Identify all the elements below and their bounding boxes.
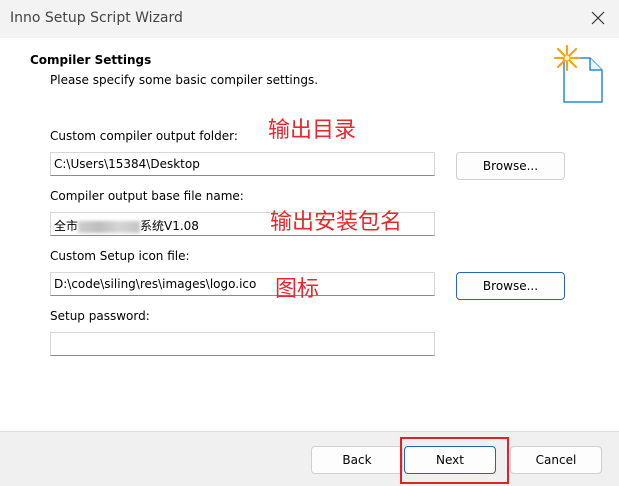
wizard-document-icon	[548, 44, 606, 104]
wizard-content: Compiler Settings Please specify some ba…	[0, 38, 619, 431]
next-highlight-annotation	[400, 437, 509, 484]
annotation-output-folder: 输出目录	[268, 118, 357, 143]
setup-password-label: Setup password:	[50, 309, 150, 323]
window-title: Inno Setup Script Wizard	[10, 10, 183, 26]
base-file-name-label: Compiler output base file name:	[50, 189, 244, 203]
browse-output-folder-button[interactable]: Browse...	[456, 152, 565, 180]
icon-file-input[interactable]: D:\code\siling\res\images\logo.ico	[50, 272, 435, 296]
annotation-icon-file: 图标	[275, 277, 320, 302]
back-button[interactable]: Back	[311, 446, 403, 474]
output-folder-input[interactable]: C:\Users\15384\Desktop	[50, 152, 435, 176]
base-file-name-suffix: 系统V1.08	[140, 219, 199, 233]
icon-file-label: Custom Setup icon file:	[50, 249, 190, 263]
browse-icon-file-button[interactable]: Browse...	[456, 272, 565, 300]
output-folder-label: Custom compiler output folder:	[50, 129, 238, 143]
annotation-base-file-name: 输出安装包名	[270, 210, 403, 235]
title-bar: Inno Setup Script Wizard	[0, 0, 619, 38]
section-title: Compiler Settings	[30, 53, 152, 67]
close-icon[interactable]	[584, 4, 612, 32]
redacted-text	[78, 220, 141, 233]
cancel-button[interactable]: Cancel	[510, 446, 602, 474]
footer: Back Next Cancel	[0, 432, 619, 486]
setup-password-input[interactable]	[50, 332, 435, 356]
base-file-name-prefix: 全市	[54, 219, 79, 233]
section-description: Please specify some basic compiler setti…	[50, 73, 319, 87]
